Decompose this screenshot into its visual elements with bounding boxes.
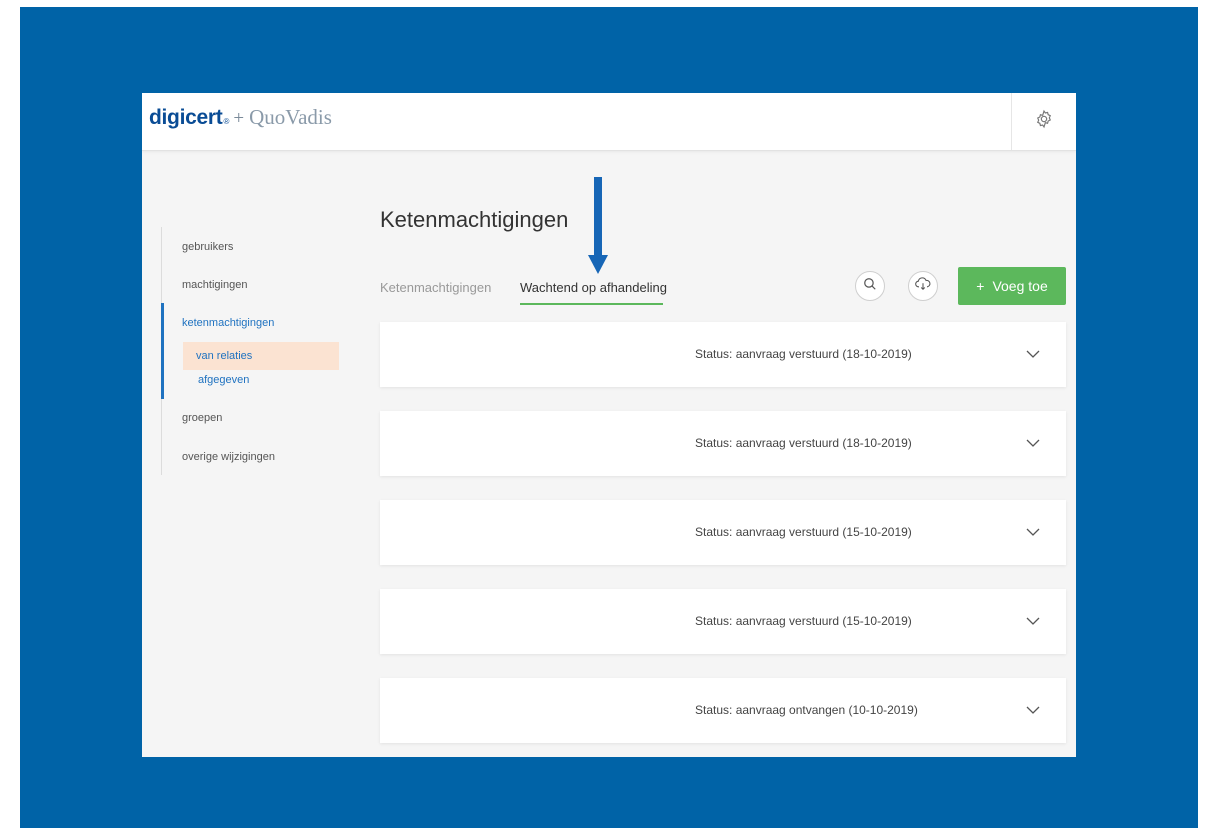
download-button[interactable] — [908, 271, 938, 301]
sidebar-nav: gebruikers machtigingen ketenmachtiginge… — [161, 227, 342, 475]
request-card[interactable]: Status: aanvraag verstuurd (18-10-2019) — [380, 411, 1066, 476]
chevron-down-icon[interactable] — [1026, 613, 1040, 631]
add-button[interactable]: + Voeg toe — [958, 267, 1066, 305]
page-title: Ketenmachtigingen — [380, 207, 569, 232]
request-card[interactable]: Status: aanvraag verstuurd (15-10-2019) — [380, 589, 1066, 654]
sidebar-item-ketenmachtigingen[interactable]: ketenmachtigingen — [182, 317, 274, 329]
request-card[interactable]: Status: aanvraag verstuurd (15-10-2019) — [380, 500, 1066, 565]
tab-ketenmachtigingen[interactable]: Ketenmachtigingen — [380, 280, 491, 295]
request-card[interactable]: Status: aanvraag ontvangen (10-10-2019) — [380, 678, 1066, 743]
search-button[interactable] — [855, 271, 885, 301]
annotation-arrow-down-icon — [588, 177, 608, 274]
chevron-down-icon[interactable] — [1026, 702, 1040, 720]
logo-registered-mark: ® — [223, 117, 230, 126]
chevron-down-icon[interactable] — [1026, 346, 1040, 364]
add-button-label: Voeg toe — [992, 278, 1048, 294]
sidebar-active-indicator — [161, 303, 164, 399]
sidebar-subitem-afgegeven[interactable]: afgegeven — [183, 370, 339, 390]
top-header: digicert ® + QuoVadis — [142, 93, 1076, 151]
gear-icon — [1034, 109, 1054, 134]
request-card[interactable]: Status: aanvraag verstuurd (18-10-2019) — [380, 322, 1066, 387]
search-icon — [863, 277, 877, 296]
brand-logo[interactable]: digicert ® + QuoVadis — [149, 105, 332, 130]
sidebar-item-groepen[interactable]: groepen — [182, 412, 222, 424]
active-tab-underline — [520, 303, 663, 305]
app-window: digicert ® + QuoVadis gebruikers machtigi… — [142, 93, 1076, 757]
plus-icon: + — [976, 278, 985, 294]
settings-button[interactable] — [1011, 93, 1076, 150]
sidebar-subitem-van-relaties[interactable]: van relaties — [183, 342, 339, 370]
logo-quovadis: QuoVadis — [249, 105, 332, 129]
card-status: Status: aanvraag verstuurd (18-10-2019) — [695, 436, 912, 450]
card-status: Status: aanvraag verstuurd (18-10-2019) — [695, 347, 912, 361]
sidebar-item-gebruikers[interactable]: gebruikers — [182, 241, 233, 253]
logo-plus: + — [233, 108, 245, 129]
card-status: Status: aanvraag verstuurd (15-10-2019) — [695, 525, 912, 539]
card-status: Status: aanvraag verstuurd (15-10-2019) — [695, 614, 912, 628]
cloud-download-icon — [915, 276, 931, 296]
card-status: Status: aanvraag ontvangen (10-10-2019) — [695, 703, 918, 717]
sidebar-item-overige-wijzigingen[interactable]: overige wijzigingen — [182, 451, 275, 463]
chevron-down-icon[interactable] — [1026, 435, 1040, 453]
chevron-down-icon[interactable] — [1026, 524, 1040, 542]
sidebar-item-machtigingen[interactable]: machtigingen — [182, 279, 247, 291]
logo-digicert: digicert — [149, 106, 223, 129]
tab-wachtend-op-afhandeling[interactable]: Wachtend op afhandeling — [520, 280, 667, 295]
